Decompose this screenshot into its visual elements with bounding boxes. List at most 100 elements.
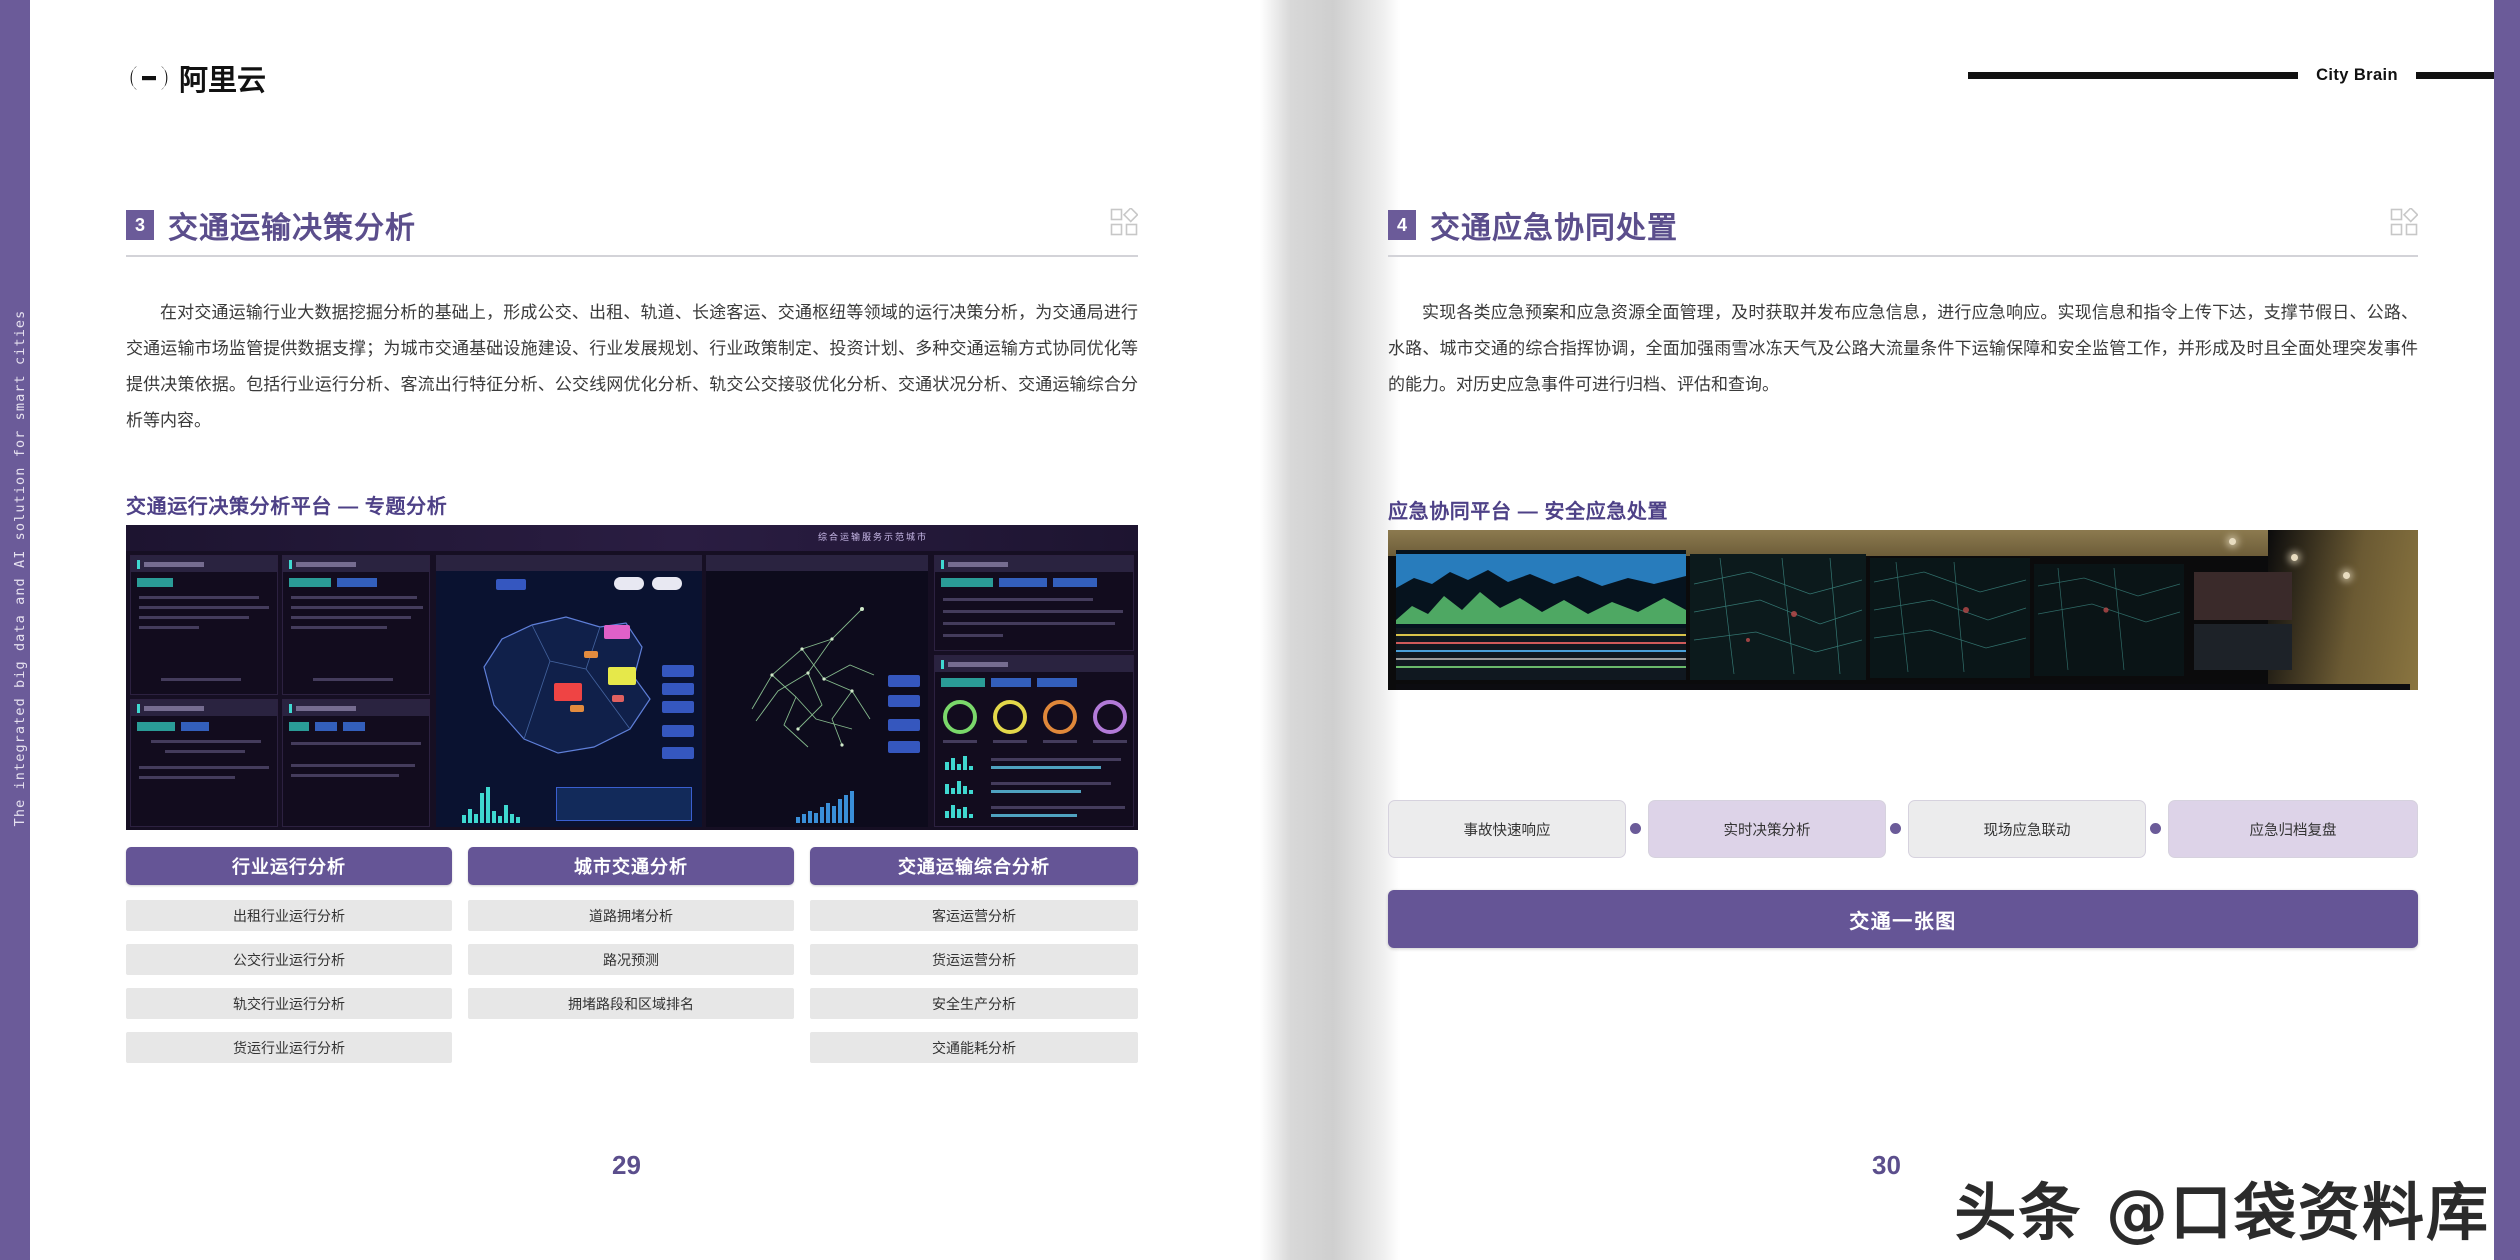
column-header-0[interactable]: 行业运行分析	[126, 847, 452, 885]
cell-0-0[interactable]: 出租行业运行分析	[126, 900, 452, 931]
network-layer-button[interactable]	[888, 719, 920, 731]
document-spread: The integrated big data and AI solution …	[0, 0, 2520, 1260]
stat-row-line	[991, 758, 1121, 761]
dashboard-card	[282, 699, 430, 827]
pill-1[interactable]: 实时决策分析	[1648, 800, 1886, 858]
map-layer-button[interactable]	[662, 747, 694, 759]
cell-2-3[interactable]: 交通能耗分析	[810, 1032, 1138, 1063]
card-title-placeholder	[144, 561, 204, 567]
alibaba-cloud-logo: 阿里云	[126, 57, 266, 99]
pill-0[interactable]: 事故快速响应	[1388, 800, 1626, 858]
cell-1-1[interactable]: 路况预测	[468, 944, 794, 975]
cell-2-1[interactable]: 货运运营分析	[810, 944, 1138, 975]
card-accent-tick	[289, 703, 292, 713]
column-header-1[interactable]: 城市交通分析	[468, 847, 794, 885]
map-toggle-button[interactable]	[614, 577, 644, 590]
network-layer-button[interactable]	[888, 695, 920, 707]
card-chip	[991, 678, 1031, 687]
logo-wordmark: 阿里云	[179, 63, 267, 97]
videowall-cctv-tile	[2194, 624, 2292, 670]
network-layer-button[interactable]	[888, 741, 920, 753]
dashboard-card-header	[131, 556, 277, 572]
card-chip	[1037, 678, 1077, 687]
pill-3[interactable]: 应急归档复盘	[2168, 800, 2418, 858]
cell-0-3[interactable]: 货运行业运行分析	[126, 1032, 452, 1063]
card-text-line	[139, 766, 269, 769]
dashboard-card	[130, 555, 278, 695]
kpi-donut-yellow	[993, 700, 1027, 734]
section-rule-right	[1388, 255, 2418, 257]
card-chip	[289, 722, 309, 731]
section-heading-right: 4 交通应急协同处置	[1388, 203, 1678, 247]
kpi-donut-purple	[1093, 700, 1127, 734]
card-text-line	[291, 616, 411, 619]
cell-0-1[interactable]: 公交行业运行分析	[126, 944, 452, 975]
card-text-line	[943, 634, 1003, 637]
ceiling-light	[2229, 538, 2236, 545]
subheading-left: 交通运行决策分析平台 — 专题分析	[126, 496, 448, 518]
card-text-line	[291, 626, 387, 629]
card-chip	[289, 578, 331, 587]
card-title-placeholder	[948, 561, 1008, 567]
control-room-photo	[1388, 530, 2418, 690]
map-marker-orange	[584, 651, 598, 658]
card-chip	[181, 722, 209, 731]
map-layer-button[interactable]	[662, 725, 694, 737]
card-title-placeholder	[144, 705, 204, 711]
map-marker-yellow[interactable]	[608, 667, 636, 685]
dashboard-card-header	[935, 556, 1133, 572]
map-toolbar-button[interactable]	[496, 579, 526, 590]
card-chip	[1053, 578, 1097, 587]
cell-2-2[interactable]: 安全生产分析	[810, 988, 1138, 1019]
dashboard-map-panel[interactable]	[436, 555, 702, 827]
pill-2[interactable]: 现场应急联动	[1908, 800, 2146, 858]
stat-row-value	[991, 814, 1077, 817]
card-text-line	[291, 596, 417, 599]
map-marker-orange	[570, 705, 584, 712]
map-layer-button[interactable]	[662, 701, 694, 713]
card-title-placeholder	[296, 705, 356, 711]
header-bar-short	[2416, 72, 2494, 79]
map-layer-button[interactable]	[662, 665, 694, 677]
dashboard-card	[934, 555, 1134, 651]
grid-squares-icon[interactable]	[2390, 208, 2418, 236]
section-number-badge-left: 3	[126, 210, 154, 240]
map-panel-header	[436, 555, 702, 571]
map-marker-pink[interactable]	[604, 625, 630, 639]
map-layer-button[interactable]	[662, 683, 694, 695]
kpi-donut-orange	[1043, 700, 1077, 734]
map-toggle-button[interactable]	[652, 577, 682, 590]
traffic-one-map-bar[interactable]: 交通一张图	[1388, 890, 2418, 948]
card-title-placeholder	[948, 661, 1008, 667]
page-title-right: 交通应急协同处置	[1430, 212, 1678, 245]
column-header-2[interactable]: 交通运输综合分析	[810, 847, 1138, 885]
stat-row-bars	[945, 804, 973, 818]
cell-0-2[interactable]: 轨交行业运行分析	[126, 988, 452, 1019]
card-text-line	[139, 776, 235, 779]
videowall-cctv-tile	[2194, 572, 2292, 620]
cell-1-0[interactable]: 道路拥堵分析	[468, 900, 794, 931]
card-accent-tick	[137, 703, 140, 713]
grid-squares-icon[interactable]	[1110, 208, 1138, 236]
page-title-left: 交通运输决策分析	[168, 212, 416, 245]
card-title-placeholder	[296, 561, 356, 567]
page-gutter-shadow	[1260, 0, 1400, 1260]
section-number-badge-right: 4	[1388, 210, 1416, 240]
network-layer-button[interactable]	[888, 675, 920, 687]
dashboard-network-panel[interactable]	[706, 555, 928, 827]
card-chip	[941, 678, 985, 687]
stat-row-bars	[945, 756, 973, 770]
card-text-line	[291, 606, 423, 609]
videowall-map-screen	[2034, 564, 2184, 676]
cell-1-2[interactable]: 拥堵路段和区域排名	[468, 988, 794, 1019]
card-chip	[337, 578, 377, 587]
card-text-line	[943, 610, 1123, 613]
videowall-chart-screen	[1396, 550, 1686, 680]
map-marker-red[interactable]	[554, 683, 582, 701]
body-paragraph-left: 在对交通运输行业大数据挖掘分析的基础上，形成公交、出租、轨道、长途客运、交通枢纽…	[126, 303, 1138, 432]
cell-2-0[interactable]: 客运运营分析	[810, 900, 1138, 931]
dashboard-topbar-title: 综合运输服务示范城市	[817, 532, 928, 542]
dashboard-card	[282, 555, 430, 695]
map-timeline-slider[interactable]	[556, 787, 692, 821]
page-number-right: 30	[1872, 1150, 1901, 1180]
